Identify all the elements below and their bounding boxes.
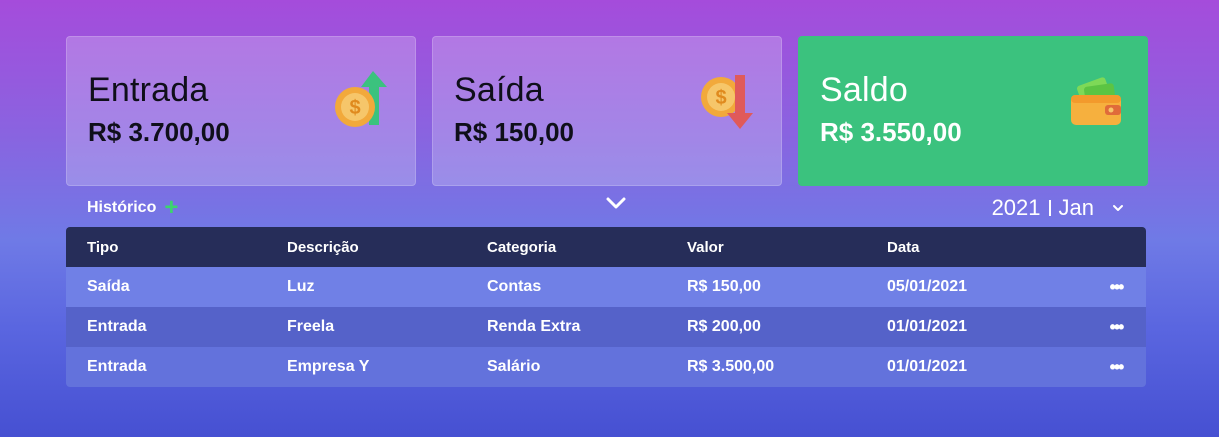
cell-tipo: Entrada xyxy=(87,358,147,375)
more-options-icon[interactable]: ••• xyxy=(1106,277,1126,298)
income-card: Entrada R$ 3.700,00 $ xyxy=(66,36,416,186)
expense-card: Saída R$ 150,00 $ xyxy=(432,36,782,186)
period-selector[interactable]: 2021 Jan xyxy=(992,195,1124,221)
cell-tipo: Saída xyxy=(87,278,130,295)
expense-title: Saída xyxy=(454,71,544,109)
table-row: Saída Luz Contas R$ 150,00 05/01/2021 ••… xyxy=(66,267,1146,307)
balance-card: Saldo R$ 3.550,00 xyxy=(798,36,1148,186)
year-label[interactable]: 2021 xyxy=(992,195,1041,221)
income-title: Entrada xyxy=(88,71,209,109)
cell-valor: R$ 3.500,00 xyxy=(687,358,775,375)
expense-amount: R$ 150,00 xyxy=(454,117,574,147)
divider xyxy=(1048,200,1051,216)
balance-amount: R$ 3.550,00 xyxy=(820,117,962,147)
income-amount: R$ 3.700,00 xyxy=(88,117,230,147)
plus-icon[interactable]: + xyxy=(164,196,178,220)
header-valor: Valor xyxy=(687,238,724,256)
chevron-down-icon[interactable] xyxy=(603,193,629,213)
cell-descricao: Freela xyxy=(287,318,335,335)
wallet-icon xyxy=(1071,77,1121,125)
more-options-icon[interactable]: ••• xyxy=(1106,357,1126,378)
more-options-icon[interactable]: ••• xyxy=(1106,317,1126,338)
cell-valor: R$ 150,00 xyxy=(687,278,761,295)
header-categoria: Categoria xyxy=(487,238,557,256)
summary-cards: Entrada R$ 3.700,00 $ Saída R$ 150,00 $ … xyxy=(66,36,1148,186)
chevron-down-icon[interactable] xyxy=(1112,202,1124,214)
table-row: Entrada Freela Renda Extra R$ 200,00 01/… xyxy=(66,307,1146,347)
cell-data: 01/01/2021 xyxy=(887,318,968,335)
coin-arrow-down-icon: $ xyxy=(701,75,753,129)
history-header: Histórico + xyxy=(87,196,178,220)
cell-categoria: Contas xyxy=(487,278,542,295)
balance-title: Saldo xyxy=(820,71,908,109)
table-row: Entrada Empresa Y Salário R$ 3.500,00 01… xyxy=(66,347,1146,387)
transactions-table: Tipo Descrição Categoria Valor Data Saíd… xyxy=(66,227,1146,387)
cell-data: 05/01/2021 xyxy=(887,278,968,295)
month-label[interactable]: Jan xyxy=(1059,195,1094,221)
cell-descricao: Empresa Y xyxy=(287,358,370,375)
cell-valor: R$ 200,00 xyxy=(687,318,761,335)
header-descricao: Descrição xyxy=(287,238,359,256)
cell-categoria: Renda Extra xyxy=(487,318,581,335)
header-tipo: Tipo xyxy=(87,238,119,256)
cell-categoria: Salário xyxy=(487,358,541,375)
header-data: Data xyxy=(887,238,920,256)
coin-arrow-up-icon: $ xyxy=(335,71,387,127)
history-label: Histórico xyxy=(87,199,157,216)
table-header: Tipo Descrição Categoria Valor Data xyxy=(66,227,1146,267)
cell-data: 01/01/2021 xyxy=(887,358,968,375)
cell-tipo: Entrada xyxy=(87,318,147,335)
svg-text:$: $ xyxy=(349,97,360,119)
cell-descricao: Luz xyxy=(287,278,315,295)
svg-text:$: $ xyxy=(715,87,726,109)
